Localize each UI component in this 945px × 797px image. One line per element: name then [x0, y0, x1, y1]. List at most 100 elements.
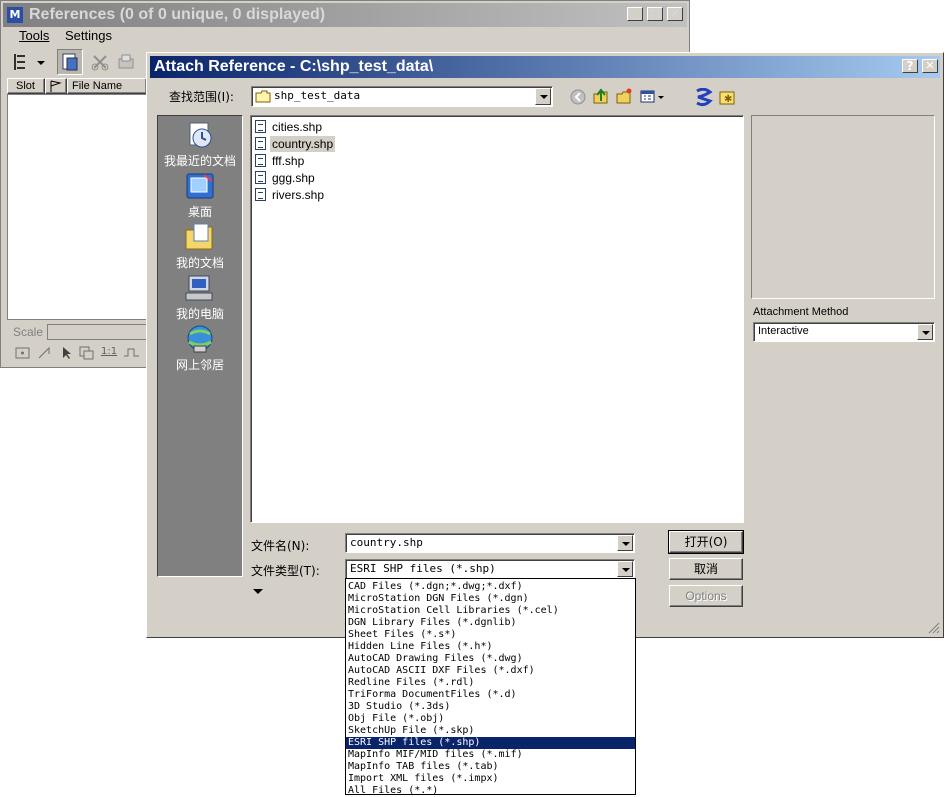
move-icon[interactable] [37, 346, 53, 360]
close-button[interactable]: ✕ [667, 7, 683, 21]
minimize-button[interactable]: _ [627, 7, 643, 21]
filetype-option[interactable]: CAD Files (*.dgn;*.dwg;*.dxf) [346, 581, 635, 593]
place-desktop-label: 桌面 [187, 205, 212, 219]
preview-pane [751, 115, 935, 299]
cancel-button[interactable]: 取消 [669, 558, 743, 580]
place-my-computer-label: 我的电脑 [175, 307, 224, 321]
options-button[interactable]: Options [669, 585, 743, 607]
filetype-dropdown-list[interactable]: CAD Files (*.dgn;*.dwg;*.dxf) MicroStatio… [345, 578, 636, 797]
view-menu-icon[interactable] [640, 88, 666, 104]
attachment-method-label: Attachment Method [753, 306, 849, 318]
expand-arrow-icon[interactable] [251, 587, 265, 597]
filetype-option[interactable]: 3D Studio (*.3ds) [346, 701, 635, 713]
filetype-option[interactable]: ESRI SHP files (*.shp) [346, 737, 635, 749]
scale-ratio-button[interactable]: 1:1 [101, 346, 117, 357]
file-name: rivers.shp [272, 188, 325, 202]
file-name: cities.shp [272, 120, 323, 134]
favorites-icon[interactable]: ✱ [719, 90, 735, 106]
file-name: fff.shp [272, 154, 305, 168]
references-menu-bar: Tools Settings [3, 27, 687, 47]
filename-combo[interactable]: country.shp [345, 533, 635, 553]
svg-text:✱: ✱ [724, 94, 732, 105]
place-my-documents[interactable]: 我的文档 [158, 222, 242, 272]
my-documents-icon [185, 223, 213, 250]
references-title: References (0 of 0 unique, 0 displayed) [29, 6, 326, 23]
filetype-option[interactable]: Sheet Files (*.s*) [346, 629, 635, 641]
filetype-option[interactable]: SketchUp File (*.skp) [346, 725, 635, 737]
place-network[interactable]: 网上邻居 [158, 324, 242, 374]
select-pointer-icon[interactable] [59, 346, 75, 360]
references-title-bar[interactable]: M References (0 of 0 unique, 0 displayed… [3, 3, 687, 27]
place-recent-label: 我最近的文档 [163, 154, 236, 168]
attach-reference-icon[interactable] [57, 49, 83, 75]
filetype-option[interactable]: MapInfo TAB files (*.tab) [346, 761, 635, 773]
filetype-option[interactable]: Import XML files (*.impx) [346, 773, 635, 785]
filename-value: country.shp [350, 536, 423, 549]
filetype-option[interactable]: MicroStation DGN Files (*.dgn) [346, 593, 635, 605]
back-icon[interactable] [570, 89, 586, 105]
filetype-option[interactable]: TriForma DocumentFiles (*.d) [346, 689, 635, 701]
scale-label: Scale [13, 325, 44, 339]
filetype-option[interactable]: All Files (*.*) [346, 785, 635, 797]
filetype-option[interactable]: Redline Files (*.rdl) [346, 677, 635, 689]
new-folder-icon[interactable] [616, 88, 632, 104]
menu-settings[interactable]: Settings [65, 27, 112, 45]
column-flag[interactable] [45, 78, 67, 94]
references-toolbar [5, 49, 147, 75]
filetype-option[interactable]: Hidden Line Files (*.h*) [346, 641, 635, 653]
place-my-computer[interactable]: 我的电脑 [158, 273, 242, 323]
my-computer-icon [185, 275, 213, 301]
copy-icon[interactable] [79, 346, 95, 360]
list-view-icon[interactable] [11, 52, 45, 72]
flag-icon [50, 80, 62, 92]
place-my-documents-label: 我的文档 [175, 256, 224, 270]
places-bar: 我最近的文档 桌面 我的文档 我的电脑 网上邻居 [157, 115, 243, 577]
reload-icon[interactable] [117, 53, 135, 71]
help-button[interactable]: ? [902, 59, 918, 73]
filetype-option[interactable]: DGN Library Files (*.dgnlib) [346, 617, 635, 629]
filename-dropdown-button[interactable] [617, 535, 633, 551]
dialog-close-button[interactable]: ✕ [922, 59, 938, 73]
resize-grip-icon[interactable] [928, 622, 940, 634]
scale-field[interactable] [47, 324, 147, 340]
microstation-icon[interactable] [695, 88, 713, 108]
shp-file-icon [255, 154, 266, 167]
filetype-option[interactable]: AutoCAD ASCII DXF Files (*.dxf) [346, 665, 635, 677]
column-file-name[interactable]: File Name [67, 78, 147, 94]
up-folder-icon[interactable] [593, 88, 609, 104]
menu-tools[interactable]: Tools [19, 27, 49, 45]
look-in-combo[interactable]: shp_test_data [251, 86, 553, 107]
file-list[interactable]: cities.shp country.shp fff.shp ggg.shp r… [250, 115, 744, 523]
open-button[interactable]: 打开(O) [668, 530, 744, 554]
dialog-title-bar[interactable]: Attach Reference - C:\shp_test_data\ ? ✕ [150, 56, 940, 78]
dialog-title: Attach Reference - C:\shp_test_data\ [154, 58, 434, 75]
shp-file-icon [255, 188, 266, 201]
fit-view-icon[interactable] [15, 346, 31, 360]
look-in-label: 查找范围(I): [169, 90, 234, 104]
detach-icon[interactable] [91, 53, 109, 71]
place-network-label: 网上邻居 [175, 358, 224, 372]
maximize-button[interactable]: □ [647, 7, 663, 21]
column-file-name-label: File Name [72, 80, 123, 92]
filetype-option[interactable]: MicroStation Cell Libraries (*.cel) [346, 605, 635, 617]
desktop-icon [186, 173, 214, 199]
recent-documents-icon [189, 122, 212, 148]
filetype-value: ESRI SHP files (*.shp) [350, 562, 496, 575]
filetype-dropdown-button[interactable] [617, 561, 633, 577]
attachment-method-combo[interactable]: Interactive [753, 322, 935, 342]
column-slot[interactable]: Slot [7, 78, 45, 94]
filetype-option[interactable]: Obj File (*.obj) [346, 713, 635, 725]
attachment-method-dropdown-button[interactable] [917, 324, 933, 340]
place-desktop[interactable]: 桌面 [158, 171, 242, 221]
filetype-option[interactable]: AutoCAD Drawing Files (*.dwg) [346, 653, 635, 665]
place-recent-documents[interactable]: 我最近的文档 [158, 120, 242, 170]
folder-icon [255, 90, 271, 103]
filename-label: 文件名(N): [251, 539, 310, 553]
filetype-combo[interactable]: ESRI SHP files (*.shp) [345, 559, 635, 579]
tool-settings-bar: 1:1 [15, 344, 147, 362]
filetype-option[interactable]: MapInfo MIF/MID files (*.mif) [346, 749, 635, 761]
reference-list[interactable] [7, 94, 147, 320]
look-in-dropdown-button[interactable] [535, 88, 551, 105]
attach-reference-dialog: Attach Reference - C:\shp_test_data\ ? ✕… [146, 52, 944, 638]
clip-boundary-icon[interactable] [123, 346, 141, 360]
